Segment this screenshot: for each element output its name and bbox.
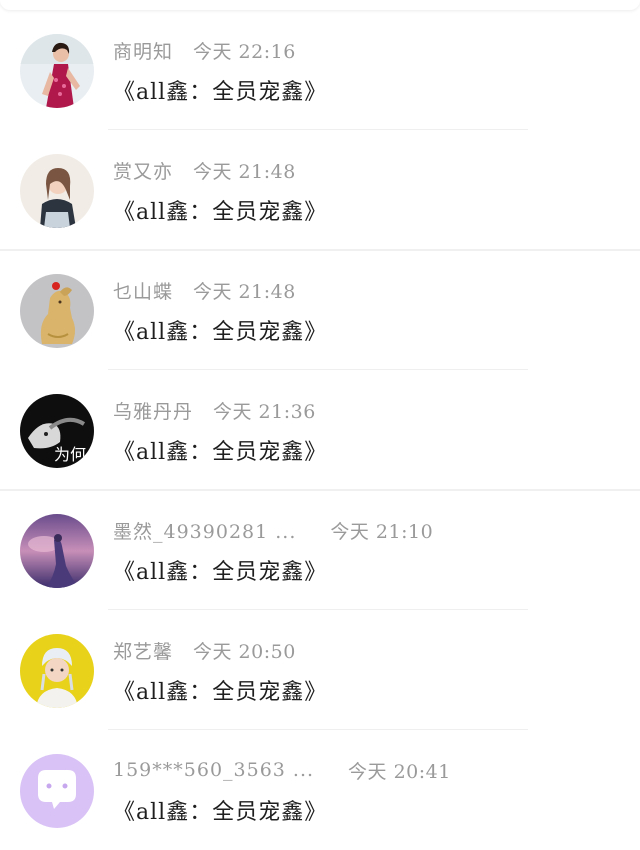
username[interactable]: 商明知	[113, 37, 173, 64]
woman-red-qipao-avatar-icon	[20, 34, 94, 108]
list-item[interactable]: 乜山蝶 今天 21:48 《all鑫：全员宠鑫》	[0, 250, 640, 370]
book-title[interactable]: 《all鑫：全员宠鑫》	[113, 434, 327, 465]
avatar[interactable]	[20, 634, 94, 708]
book-title[interactable]: 《all鑫：全员宠鑫》	[113, 554, 327, 585]
book-title[interactable]: 《all鑫：全员宠鑫》	[113, 194, 327, 225]
list-item[interactable]: 为何 乌雅丹丹 今天 21:36 《all鑫：全员宠鑫》	[0, 370, 640, 491]
timestamp: 今天 21:36	[213, 400, 316, 423]
item-meta: 商明知 今天 22:16	[113, 37, 296, 64]
timestamp: 今天 21:48	[193, 160, 296, 183]
avatar[interactable]	[20, 274, 94, 348]
username[interactable]: 159***560_3563 ...	[113, 759, 314, 781]
list-item[interactable]: 商明知 今天 22:16 《all鑫：全员宠鑫》	[0, 10, 640, 130]
list-item[interactable]: 赏又亦 今天 21:48 《all鑫：全员宠鑫》	[0, 130, 640, 251]
avatar[interactable]	[20, 34, 94, 108]
avatar[interactable]	[20, 154, 94, 228]
username[interactable]: 墨然_49390281 ...	[113, 517, 296, 544]
item-meta: 乌雅丹丹 今天 21:36	[113, 397, 316, 424]
list-item[interactable]: 墨然_49390281 ... 今天 21:10 《all鑫：全员宠鑫》	[0, 490, 640, 610]
timestamp: 今天 21:48	[193, 280, 296, 303]
timestamp: 今天 20:41	[348, 760, 451, 783]
avatar[interactable]	[20, 754, 94, 828]
book-title[interactable]: 《all鑫：全员宠鑫》	[113, 674, 327, 705]
chat-bubble-default-avatar-icon	[20, 754, 94, 828]
username[interactable]: 乌雅丹丹	[113, 397, 193, 424]
timestamp: 今天 20:50	[193, 640, 296, 663]
item-meta: 墨然_49390281 ... 今天 21:10	[113, 517, 434, 544]
avatar[interactable]	[20, 514, 94, 588]
girl-portrait-avatar-icon	[20, 154, 94, 228]
book-title[interactable]: 《all鑫：全员宠鑫》	[113, 74, 327, 105]
purple-sky-silhouette-avatar-icon	[20, 514, 94, 588]
item-meta: 赏又亦 今天 21:48	[113, 157, 296, 184]
list-item[interactable]: 159***560_3563 ... 今天 20:41 《all鑫：全员宠鑫》	[0, 730, 640, 850]
list-item[interactable]: 郑艺馨 今天 20:50 《all鑫：全员宠鑫》	[0, 610, 640, 730]
dark-portrait-avatar-icon: 为何	[20, 394, 94, 468]
item-meta: 159***560_3563 ... 今天 20:41	[113, 758, 451, 783]
item-meta: 乜山蝶 今天 21:48	[113, 277, 296, 304]
comment-list: 商明知 今天 22:16 《all鑫：全员宠鑫》 赏又亦 今天 21:48 《a…	[0, 10, 640, 850]
avatar-overlay-text: 为何	[54, 445, 86, 464]
avatar[interactable]: 为何	[20, 394, 94, 468]
boy-white-hat-avatar-icon	[20, 634, 94, 708]
timestamp: 今天 22:16	[193, 40, 296, 63]
item-meta: 郑艺馨 今天 20:50	[113, 637, 296, 664]
golden-dog-figurine-avatar-icon	[20, 274, 94, 348]
username[interactable]: 乜山蝶	[113, 277, 173, 304]
username[interactable]: 赏又亦	[113, 157, 173, 184]
username[interactable]: 郑艺馨	[113, 637, 173, 664]
book-title[interactable]: 《all鑫：全员宠鑫》	[113, 794, 327, 825]
top-card-edge	[0, 0, 640, 10]
timestamp: 今天 21:10	[330, 520, 434, 543]
book-title[interactable]: 《all鑫：全员宠鑫》	[113, 314, 327, 345]
